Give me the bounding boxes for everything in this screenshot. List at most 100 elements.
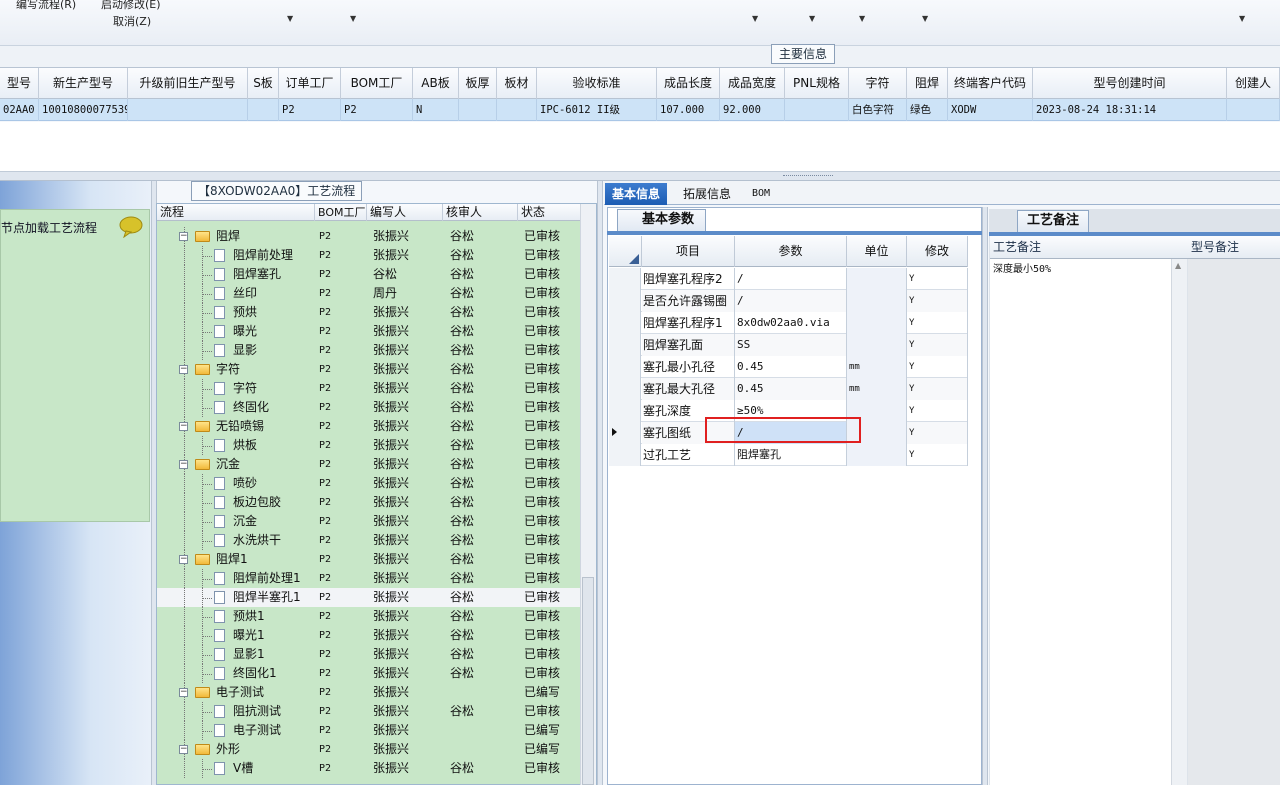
tree-row[interactable]: 曝光1 P2 张振兴 谷松 已审核	[157, 626, 580, 645]
tree-row[interactable]: 阻焊半塞孔1 P2 张振兴 谷松 已审核	[157, 588, 580, 607]
tree-row[interactable]: 预烘1 P2 张振兴 谷松 已审核	[157, 607, 580, 626]
chat-bubble-icon[interactable]	[118, 216, 144, 238]
column-header[interactable]: 型号创建时间	[1033, 68, 1227, 99]
column-header[interactable]: AB板	[413, 68, 459, 99]
vertical-splitter[interactable]	[597, 181, 603, 785]
tab-extended-info[interactable]: 拓展信息	[676, 183, 738, 205]
column-status[interactable]: 状态	[518, 204, 580, 221]
tree-row[interactable]: − 阻焊1 P2 张振兴 谷松 已审核	[157, 550, 580, 569]
tree-row[interactable]: 电子测试 P2 张振兴 已编写	[157, 721, 580, 740]
tree-row[interactable]: 字符 P2 张振兴 谷松 已审核	[157, 379, 580, 398]
column-modify[interactable]: 修改	[907, 236, 968, 267]
table-cell[interactable]: 107.000	[657, 99, 720, 121]
params-row[interactable]: 阻焊塞孔程序1 8x0dw02aa0.via Y	[609, 312, 968, 334]
column-reviewer[interactable]: 核审人	[443, 204, 518, 221]
dropdown-caret-icon[interactable]: ▼	[350, 14, 356, 23]
dropdown-caret-icon[interactable]: ▼	[809, 14, 815, 23]
tree-row[interactable]: 阻焊塞孔 P2 谷松 谷松 已审核	[157, 265, 580, 284]
remark-scrollbar[interactable]: ▲	[1171, 259, 1187, 785]
column-bom-factory[interactable]: BOM工厂	[315, 204, 367, 221]
column-header[interactable]: BOM工厂	[341, 68, 413, 99]
table-cell[interactable]: XODW	[948, 99, 1033, 121]
column-header[interactable]: 型号	[0, 68, 39, 99]
tree-row[interactable]: 烘板 P2 张振兴 谷松 已审核	[157, 436, 580, 455]
dropdown-caret-icon[interactable]: ▼	[287, 14, 293, 23]
tree-row[interactable]: 板边包胶 P2 张振兴 谷松 已审核	[157, 493, 580, 512]
column-header[interactable]: 验收标准	[537, 68, 657, 99]
table-cell[interactable]: IPC-6012 II级	[537, 99, 657, 121]
cell-value[interactable]: SS	[735, 334, 847, 356]
params-row[interactable]: 阻焊塞孔面 SS Y	[609, 334, 968, 356]
collapse-toggle-icon[interactable]: −	[179, 460, 188, 469]
menu-edit-flow[interactable]: 编写流程(R)	[16, 0, 76, 12]
tree-row[interactable]: − 电子测试 P2 张振兴 已编写	[157, 683, 580, 702]
collapse-toggle-icon[interactable]: −	[179, 365, 188, 374]
params-row[interactable]: 塞孔最大孔径 0.45 mm Y	[609, 378, 968, 400]
params-row[interactable]: 阻焊塞孔程序2/ Y	[609, 268, 968, 290]
menu-start-modify[interactable]: 启动修改(E)	[101, 0, 161, 12]
tree-row[interactable]: 阻焊前处理1 P2 张振兴 谷松 已审核	[157, 569, 580, 588]
cell-value[interactable]: 阻焊塞孔	[735, 444, 847, 466]
column-header[interactable]: 板材	[497, 68, 537, 99]
table-cell[interactable]: 10010800077539	[39, 99, 128, 121]
tree-row[interactable]: − 字符 P2 张振兴 谷松 已审核	[157, 360, 580, 379]
cell-value[interactable]: 0.45	[735, 378, 847, 400]
tree-row[interactable]: − 无铅喷锡 P2 张振兴 谷松 已审核	[157, 417, 580, 436]
column-header[interactable]: 成品长度	[657, 68, 720, 99]
tree-row[interactable]: 显影1 P2 张振兴 谷松 已审核	[157, 645, 580, 664]
process-remark-field[interactable]	[990, 259, 1187, 785]
model-remark-field[interactable]	[1188, 259, 1280, 785]
params-row[interactable]: 过孔工艺 阻焊塞孔 Y	[609, 444, 968, 466]
params-row[interactable]: 是否允许露锡圈 / Y	[609, 290, 968, 312]
dropdown-caret-icon[interactable]: ▼	[922, 14, 928, 23]
table-cell[interactable]: 02AA0	[0, 99, 39, 121]
dropdown-caret-icon[interactable]: ▼	[752, 14, 758, 23]
table-cell[interactable]	[1227, 99, 1280, 121]
tree-row[interactable]: − 阻焊 P2 张振兴 谷松 已审核	[157, 227, 580, 246]
menu-cancel[interactable]: 取消(Z)	[113, 13, 151, 29]
table-cell[interactable]	[785, 99, 849, 121]
horizontal-splitter[interactable]	[0, 172, 1280, 181]
table-cell[interactable]: 绿色	[907, 99, 948, 121]
tree-row[interactable]: 喷砂 P2 张振兴 谷松 已审核	[157, 474, 580, 493]
dropdown-caret-icon[interactable]: ▼	[1239, 14, 1245, 23]
column-header[interactable]: 终端客户代码	[948, 68, 1033, 99]
column-header[interactable]: S板	[248, 68, 279, 99]
column-header[interactable]: 板厚	[459, 68, 497, 99]
load-flow-label[interactable]: 节点加载工艺流程	[1, 219, 97, 236]
column-header[interactable]: 成品宽度	[720, 68, 785, 99]
column-unit[interactable]: 单位	[847, 236, 907, 267]
tree-row[interactable]: V槽 P2 张振兴 谷松 已审核	[157, 759, 580, 778]
basic-params-tab[interactable]: 基本参数	[617, 209, 706, 231]
cell-value[interactable]: 8x0dw02aa0.via	[735, 312, 847, 334]
table-cell[interactable]	[128, 99, 248, 121]
table-cell[interactable]: N	[413, 99, 459, 121]
column-item[interactable]: 项目	[642, 236, 735, 267]
column-header[interactable]: 新生产型号	[39, 68, 128, 99]
dropdown-caret-icon[interactable]: ▼	[859, 14, 865, 23]
table-cell[interactable]	[459, 99, 497, 121]
table-cell[interactable]: 2023-08-24 18:31:14	[1033, 99, 1227, 121]
column-flow[interactable]: 流程	[157, 204, 315, 221]
flow-scrollbar-thumb[interactable]	[582, 577, 594, 785]
column-value[interactable]: 参数	[735, 236, 847, 267]
column-writer[interactable]: 编写人	[367, 204, 443, 221]
tree-row[interactable]: 显影 P2 张振兴 谷松 已审核	[157, 341, 580, 360]
column-header[interactable]: PNL规格	[785, 68, 849, 99]
tree-row[interactable]: − 外形 P2 张振兴 已编写	[157, 740, 580, 759]
scroll-up-icon[interactable]: ▲	[1175, 261, 1181, 270]
column-header[interactable]: 创建人	[1227, 68, 1280, 99]
table-cell[interactable]: P2	[341, 99, 413, 121]
column-header[interactable]: 升级前旧生产型号	[128, 68, 248, 99]
cell-value[interactable]: /	[735, 290, 847, 312]
collapse-toggle-icon[interactable]: −	[179, 688, 188, 697]
tree-row[interactable]: 终固化 P2 张振兴 谷松 已审核	[157, 398, 580, 417]
table-row[interactable]: 02AA0 10010800077539 P2 P2 N IPC-6012 II级 107.…	[0, 99, 1280, 121]
tree-row[interactable]: 沉金 P2 张振兴 谷松 已审核	[157, 512, 580, 531]
tree-row[interactable]: 丝印 P2 周丹 谷松 已审核	[157, 284, 580, 303]
table-cell[interactable]	[497, 99, 537, 121]
table-cell[interactable]: 92.000	[720, 99, 785, 121]
tree-row[interactable]: 阻抗测试 P2 张振兴 谷松 已审核	[157, 702, 580, 721]
process-remark-tab[interactable]: 工艺备注	[1017, 210, 1089, 232]
tree-row[interactable]: 水洗烘干 P2 张振兴 谷松 已审核	[157, 531, 580, 550]
